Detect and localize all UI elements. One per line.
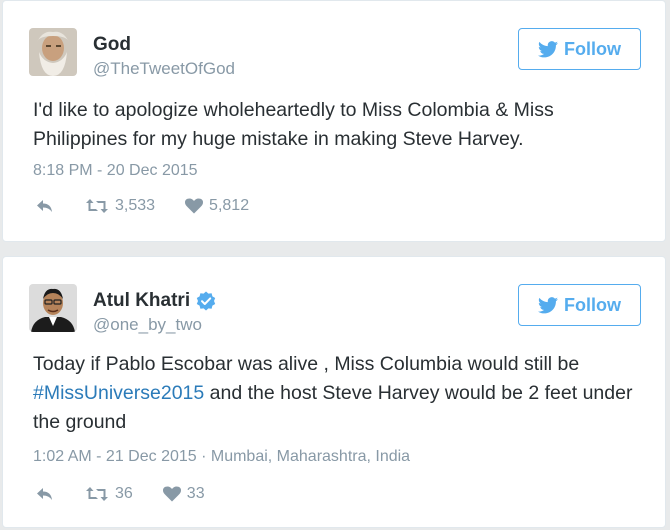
- like-button[interactable]: 33: [162, 485, 205, 503]
- like-count: 5,812: [209, 197, 250, 214]
- avatar-image: [29, 284, 77, 332]
- retweet-button[interactable]: 3,533: [85, 197, 155, 215]
- reply-icon: [37, 488, 52, 500]
- tweet-card: God @TheTweetOfGod Follow I'd like to ap…: [2, 0, 666, 242]
- follow-button[interactable]: Follow: [518, 28, 641, 70]
- tweet-card: Atul Khatri @one_by_two Follow Today if …: [2, 256, 666, 528]
- author-name[interactable]: Atul Khatri: [93, 290, 190, 312]
- follow-button[interactable]: Follow: [518, 284, 641, 326]
- reply-button[interactable]: [35, 486, 55, 502]
- tweet-text: Today if Pablo Escobar was alive , Miss …: [33, 350, 643, 437]
- author-name[interactable]: God: [93, 34, 131, 56]
- reply-icon: [37, 200, 52, 212]
- twitter-bird-icon: [538, 40, 558, 57]
- tweet-actions: 36 33: [35, 485, 205, 503]
- follow-button-label: Follow: [564, 38, 621, 59]
- follow-button-label: Follow: [564, 294, 621, 315]
- avatar[interactable]: [29, 28, 77, 76]
- retweet-button[interactable]: 36: [85, 485, 133, 503]
- hashtag-link[interactable]: #MissUniverse2015: [33, 382, 204, 404]
- retweet-count: 36: [115, 485, 133, 502]
- verified-badge-icon: [196, 291, 216, 311]
- twitter-bird-icon: [538, 296, 558, 313]
- author-name-row: Atul Khatri: [93, 290, 216, 312]
- tweet-actions: 3,533 5,812: [35, 197, 249, 215]
- author-name-row: God: [93, 34, 131, 56]
- author-handle[interactable]: @TheTweetOfGod: [93, 59, 235, 79]
- avatar-image: [29, 28, 77, 76]
- tweet-timestamp[interactable]: 1:02 AM - 21 Dec 2015 · Mumbai, Maharash…: [33, 448, 410, 466]
- retweet-count: 3,533: [115, 197, 156, 214]
- like-button[interactable]: 5,812: [185, 197, 249, 215]
- reply-button[interactable]: [35, 198, 55, 214]
- tweet-timestamp[interactable]: 8:18 PM - 20 Dec 2015: [33, 162, 198, 180]
- retweet-icon: [86, 487, 108, 501]
- author-handle[interactable]: @one_by_two: [93, 315, 202, 335]
- heart-icon: [162, 486, 181, 502]
- tweet-text-part: Today if Pablo Escobar was alive , Miss …: [33, 353, 580, 375]
- like-count: 33: [186, 485, 205, 502]
- heart-icon: [185, 198, 204, 214]
- tweet-text: I'd like to apologize wholeheartedly to …: [33, 99, 554, 150]
- retweet-icon: [86, 199, 108, 213]
- avatar[interactable]: [29, 284, 77, 332]
